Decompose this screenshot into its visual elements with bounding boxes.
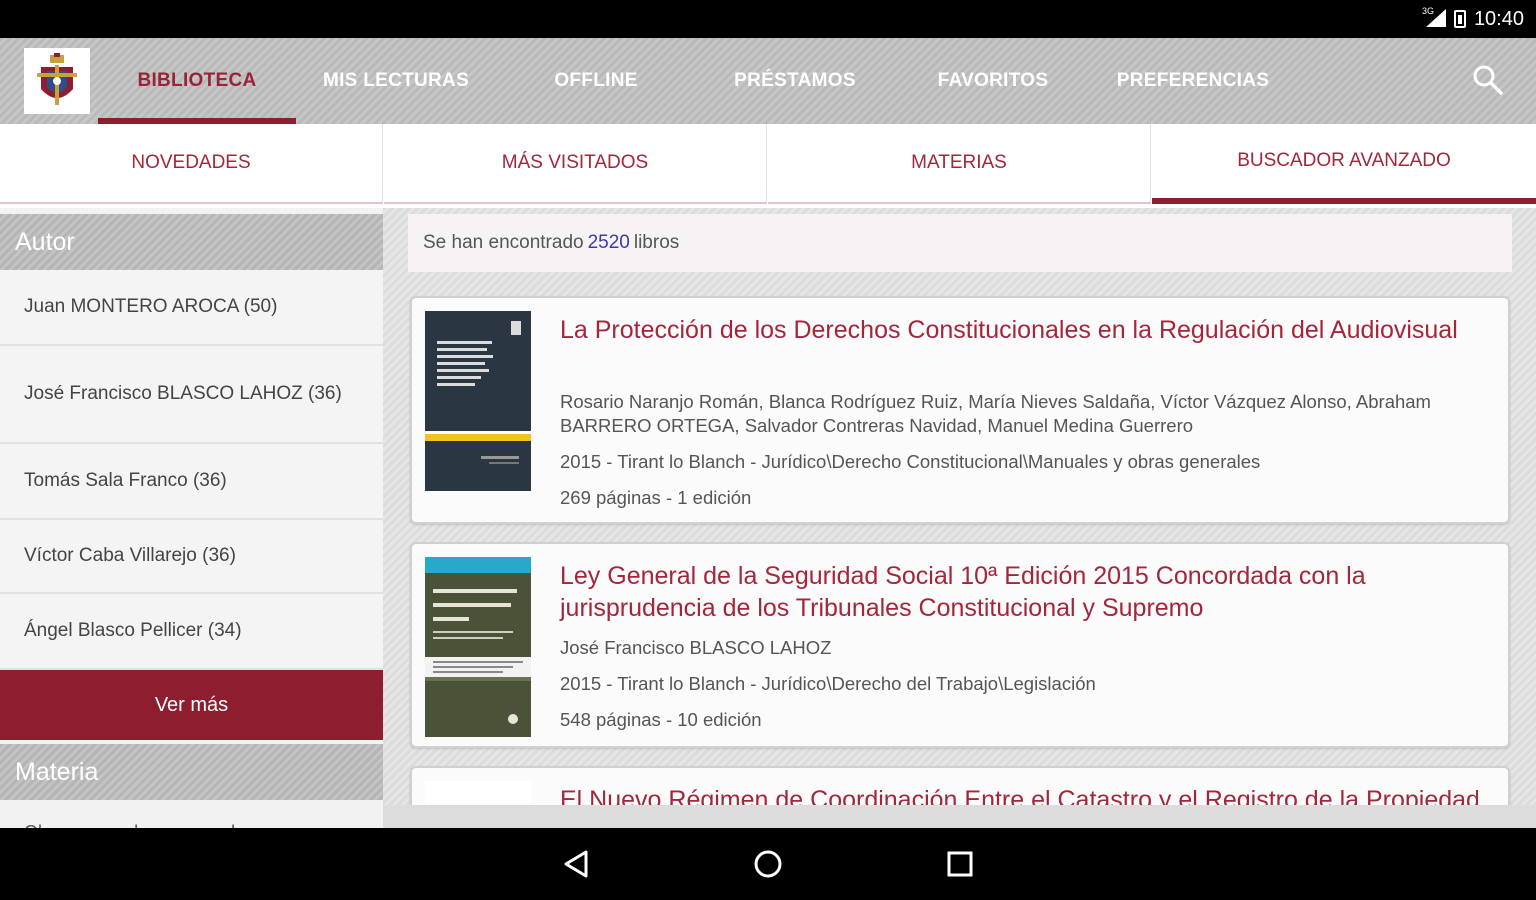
tab-favoritos[interactable]: FAVORITOS [894, 38, 1092, 124]
signal-icon: 3G [1422, 6, 1446, 29]
tab-buscador-avanzado[interactable]: BUSCADOR AVANZADO [1152, 124, 1536, 204]
sub-tabs: NOVEDADES MÁS VISITADOS MATERIAS BUSCADO… [0, 124, 1536, 208]
book-card[interactable]: Ley General de la Seguridad Social 10ª E… [410, 542, 1510, 748]
app-bar: BIBLIOTECA MIS LECTURAS OFFLINE PRÉSTAMO… [0, 38, 1536, 124]
book-title[interactable]: Ley General de la Seguridad Social 10ª E… [560, 560, 1478, 624]
tab-mis-lecturas[interactable]: MIS LECTURAS [296, 38, 496, 124]
book-cover-image [425, 557, 531, 737]
autor-filter-item[interactable]: Tomás Sala Franco (36) [0, 444, 383, 520]
materia-header: Materia [0, 744, 383, 800]
results-prefix: Se han encontrado [423, 232, 584, 253]
book-title[interactable]: La Protección de los Derechos Constituci… [560, 314, 1478, 346]
home-button[interactable] [750, 846, 786, 882]
tab-prestamos[interactable]: PRÉSTAMOS [696, 38, 894, 124]
list-fade [383, 805, 1536, 828]
book-publication-info: 2015 - Tirant lo Blanch - Jurídico\Derec… [560, 451, 1261, 472]
recents-button[interactable] [942, 846, 978, 882]
book-cover-image [425, 311, 531, 491]
materia-filter-item[interactable]: Obras generales y manuales [0, 800, 383, 828]
book-publication-info: 2015 - Tirant lo Blanch - Jurídico\Derec… [560, 673, 1096, 694]
system-nav-bar [0, 828, 1536, 900]
results-summary: Se han encontrado 2520 libros [408, 214, 1512, 272]
recents-icon [947, 851, 973, 877]
ver-mas-button[interactable]: Ver más [0, 670, 383, 740]
tab-mas-visitados[interactable]: MÁS VISITADOS [384, 124, 767, 204]
battery-icon [1453, 10, 1466, 28]
search-icon [1473, 65, 1503, 95]
app-logo[interactable] [24, 48, 90, 114]
filter-sidebar[interactable]: Autor Juan MONTERO AROCA (50) José Franc… [0, 208, 383, 828]
tab-preferencias[interactable]: PREFERENCIAS [1092, 38, 1294, 124]
autor-filter-item[interactable]: Ángel Blasco Pellicer (34) [0, 594, 383, 670]
book-pages: 269 páginas - 1 edición [560, 487, 752, 508]
back-button[interactable] [558, 846, 594, 882]
book-authors: José Francisco BLASCO LAHOZ [560, 637, 832, 658]
tab-offline[interactable]: OFFLINE [496, 38, 696, 124]
book-authors: Rosario Naranjo Román, Blanca Rodríguez … [560, 391, 1431, 436]
tab-materias[interactable]: MATERIAS [768, 124, 1151, 204]
tab-biblioteca[interactable]: BIBLIOTECA [98, 38, 296, 124]
autor-filter-item[interactable]: José Francisco BLASCO LAHOZ (36) [0, 346, 383, 444]
back-icon [564, 850, 588, 878]
main-content: Autor Juan MONTERO AROCA (50) José Franc… [0, 208, 1536, 828]
status-icons: 3G 10:40 [1422, 0, 1524, 38]
book-pages: 548 páginas - 10 edición [560, 709, 762, 730]
clock: 10:40 [1473, 7, 1524, 30]
status-bar: 3G 10:40 [0, 0, 1536, 38]
book-card[interactable]: La Protección de los Derechos Constituci… [410, 296, 1510, 524]
crest-icon [37, 53, 77, 105]
search-button[interactable] [1470, 62, 1506, 98]
tab-novedades[interactable]: NOVEDADES [0, 124, 383, 204]
autor-header: Autor [0, 214, 383, 270]
autor-filter-item[interactable]: Juan MONTERO AROCA (50) [0, 270, 383, 346]
results-count: 2520 [587, 232, 630, 253]
home-icon [754, 850, 782, 878]
results-suffix: libros [633, 232, 680, 253]
autor-filter-item[interactable]: Víctor Caba Villarejo (36) [0, 520, 383, 594]
